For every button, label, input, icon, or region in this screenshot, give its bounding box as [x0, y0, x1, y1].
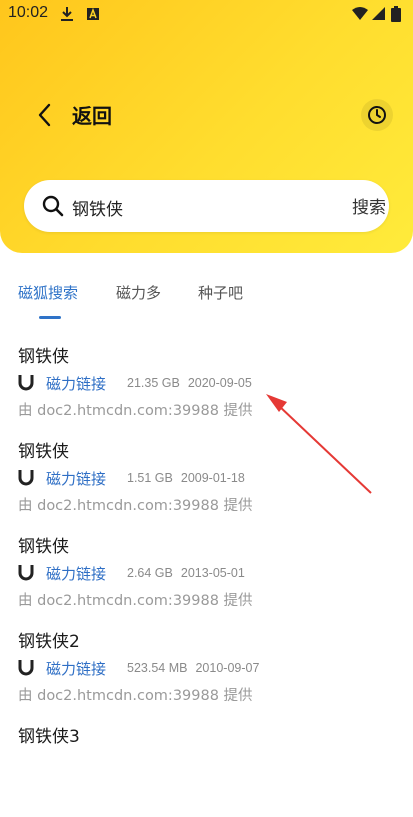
file-date: 2020-09-05 [187, 376, 252, 390]
tab-cili-duo[interactable]: 磁力多 [116, 282, 161, 303]
status-time: 10:02 [8, 4, 49, 21]
list-item[interactable]: 钢铁侠 磁力链接 2.64 GB 2013-05-01 由 doc2.htmcdn… [0, 532, 413, 627]
search-icon [42, 195, 64, 221]
result-title[interactable]: 钢铁侠 [18, 532, 69, 557]
back-label[interactable]: 返回 [72, 100, 112, 129]
source-tabs: 磁狐搜索 磁力多 种子吧 [0, 282, 413, 322]
magnet-icon [18, 565, 34, 585]
results-list: 钢铁侠 磁力链接 21.35 GB 2020-09-05 由 doc2.htmcd… [0, 342, 413, 817]
magnet-icon [18, 660, 34, 680]
tab-zhongzi-ba[interactable]: 种子吧 [198, 282, 243, 303]
provider-text: 由 doc2.htmcdn.com:39988 提供 [18, 688, 253, 704]
search-input[interactable] [70, 191, 324, 223]
list-item[interactable]: 钢铁侠 磁力链接 1.51 GB 2009-01-18 由 doc2.htmcdn… [0, 437, 413, 532]
result-title[interactable]: 钢铁侠3 [18, 722, 80, 747]
file-date: 2010-09-07 [195, 661, 260, 675]
result-title[interactable]: 钢铁侠2 [18, 627, 80, 652]
tab-cihu-search[interactable]: 磁狐搜索 [18, 282, 78, 303]
battery-icon [391, 6, 401, 26]
result-meta: 523.54 MB 2010-09-07 [127, 661, 259, 675]
file-date: 2009-01-18 [180, 471, 245, 485]
file-size: 1.51 GB [127, 471, 173, 485]
file-size: 21.35 GB [127, 376, 180, 390]
wifi-icon [352, 6, 368, 25]
magnet-link[interactable]: 磁力链接 [46, 468, 106, 489]
file-date: 2013-05-01 [180, 566, 245, 580]
result-meta: 2.64 GB 2013-05-01 [127, 566, 245, 580]
app-notification-icon [86, 6, 100, 25]
file-size: 2.64 GB [127, 566, 173, 580]
clock-icon [368, 106, 386, 124]
magnet-link[interactable]: 磁力链接 [46, 658, 106, 679]
status-bar: 10:02 [0, 0, 413, 28]
file-size: 523.54 MB [127, 661, 188, 675]
result-title[interactable]: 钢铁侠 [18, 342, 69, 367]
active-tab-indicator [39, 316, 61, 319]
result-title[interactable]: 钢铁侠 [18, 437, 69, 462]
magnet-icon [18, 470, 34, 490]
provider-text: 由 doc2.htmcdn.com:39988 提供 [18, 403, 253, 419]
magnet-link[interactable]: 磁力链接 [46, 373, 106, 394]
provider-text: 由 doc2.htmcdn.com:39988 提供 [18, 593, 253, 609]
magnet-icon [18, 375, 34, 395]
search-button[interactable]: 搜索 [352, 193, 386, 218]
list-item[interactable]: 钢铁侠3 [0, 722, 413, 817]
history-button[interactable] [361, 99, 393, 131]
back-button[interactable] [34, 101, 56, 129]
search-box: 搜索 [24, 180, 389, 232]
signal-icon [372, 6, 386, 25]
list-item[interactable]: 钢铁侠2 磁力链接 523.54 MB 2010-09-07 由 doc2.htm… [0, 627, 413, 722]
provider-text: 由 doc2.htmcdn.com:39988 提供 [18, 498, 253, 514]
list-item[interactable]: 钢铁侠 磁力链接 21.35 GB 2020-09-05 由 doc2.htmcd… [0, 342, 413, 437]
chevron-left-icon [38, 103, 51, 127]
download-icon [60, 6, 74, 26]
result-meta: 21.35 GB 2020-09-05 [127, 376, 252, 390]
magnet-link[interactable]: 磁力链接 [46, 563, 106, 584]
result-meta: 1.51 GB 2009-01-18 [127, 471, 245, 485]
